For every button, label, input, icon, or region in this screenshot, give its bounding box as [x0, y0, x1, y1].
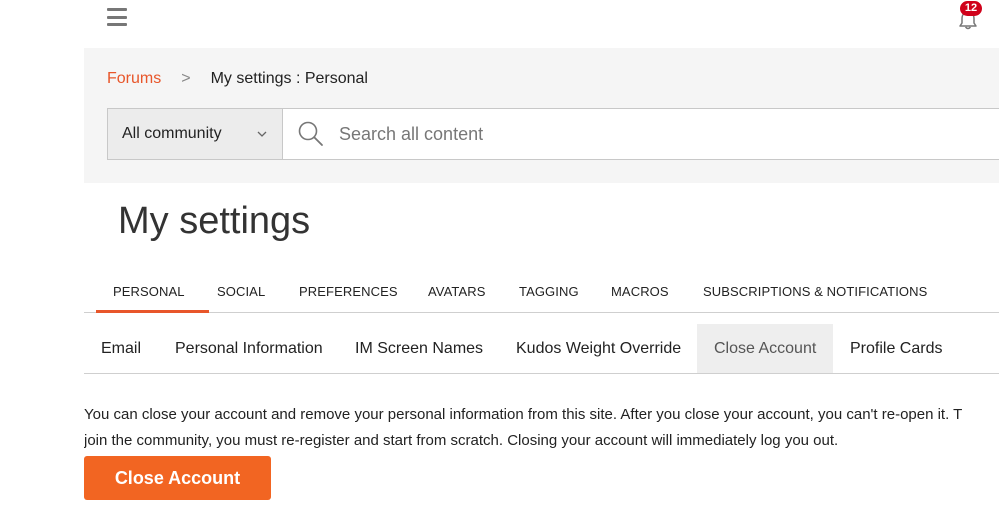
subtab-close-account[interactable]: Close Account	[697, 324, 834, 373]
search-bar: All community	[107, 108, 999, 160]
search-field[interactable]	[283, 109, 999, 159]
close-account-description: You can close your account and remove yo…	[84, 402, 999, 454]
subtab-email[interactable]: Email	[101, 324, 141, 373]
tab-tagging[interactable]: TAGGING	[519, 284, 579, 299]
search-input[interactable]	[337, 122, 941, 146]
subtab-profile-cards[interactable]: Profile Cards	[850, 324, 942, 373]
tab-social[interactable]: SOCIAL	[217, 284, 265, 299]
tab-avatars[interactable]: AVATARS	[428, 284, 486, 299]
search-scope-dropdown[interactable]: All community	[108, 109, 283, 159]
close-account-button[interactable]: Close Account	[84, 456, 271, 500]
hamburger-menu-icon[interactable]	[107, 8, 127, 26]
breadcrumb-forums-link[interactable]: Forums	[107, 70, 161, 88]
breadcrumb-separator: >	[181, 70, 191, 87]
search-scope-value: All community	[122, 125, 222, 142]
subtab-im-screen-names[interactable]: IM Screen Names	[355, 324, 483, 373]
subtab-kudos-weight-override[interactable]: Kudos Weight Override	[516, 324, 681, 373]
description-line-2: join the community, you must re-register…	[84, 432, 839, 449]
page-title: My settings	[118, 200, 311, 242]
personal-subtabs: Email Personal Information IM Screen Nam…	[84, 324, 999, 374]
tab-personal[interactable]: PERSONAL	[113, 284, 185, 299]
tab-subscriptions-notifications[interactable]: SUBSCRIPTIONS & NOTIFICATIONS	[703, 284, 927, 299]
tab-macros[interactable]: MACROS	[611, 284, 669, 299]
breadcrumb: Forums > My settings : Personal	[107, 70, 368, 88]
active-tab-indicator	[96, 310, 209, 313]
tab-preferences[interactable]: PREFERENCES	[299, 284, 398, 299]
chevron-down-icon	[257, 131, 267, 137]
subtab-personal-information[interactable]: Personal Information	[175, 324, 323, 373]
settings-tabs: PERSONAL SOCIAL PREFERENCES AVATARS TAGG…	[84, 270, 999, 313]
breadcrumb-current: My settings : Personal	[210, 70, 368, 87]
description-line-1: You can close your account and remove yo…	[84, 406, 963, 423]
magnifier-icon[interactable]	[297, 120, 325, 148]
notification-count-badge: 12	[960, 1, 982, 16]
